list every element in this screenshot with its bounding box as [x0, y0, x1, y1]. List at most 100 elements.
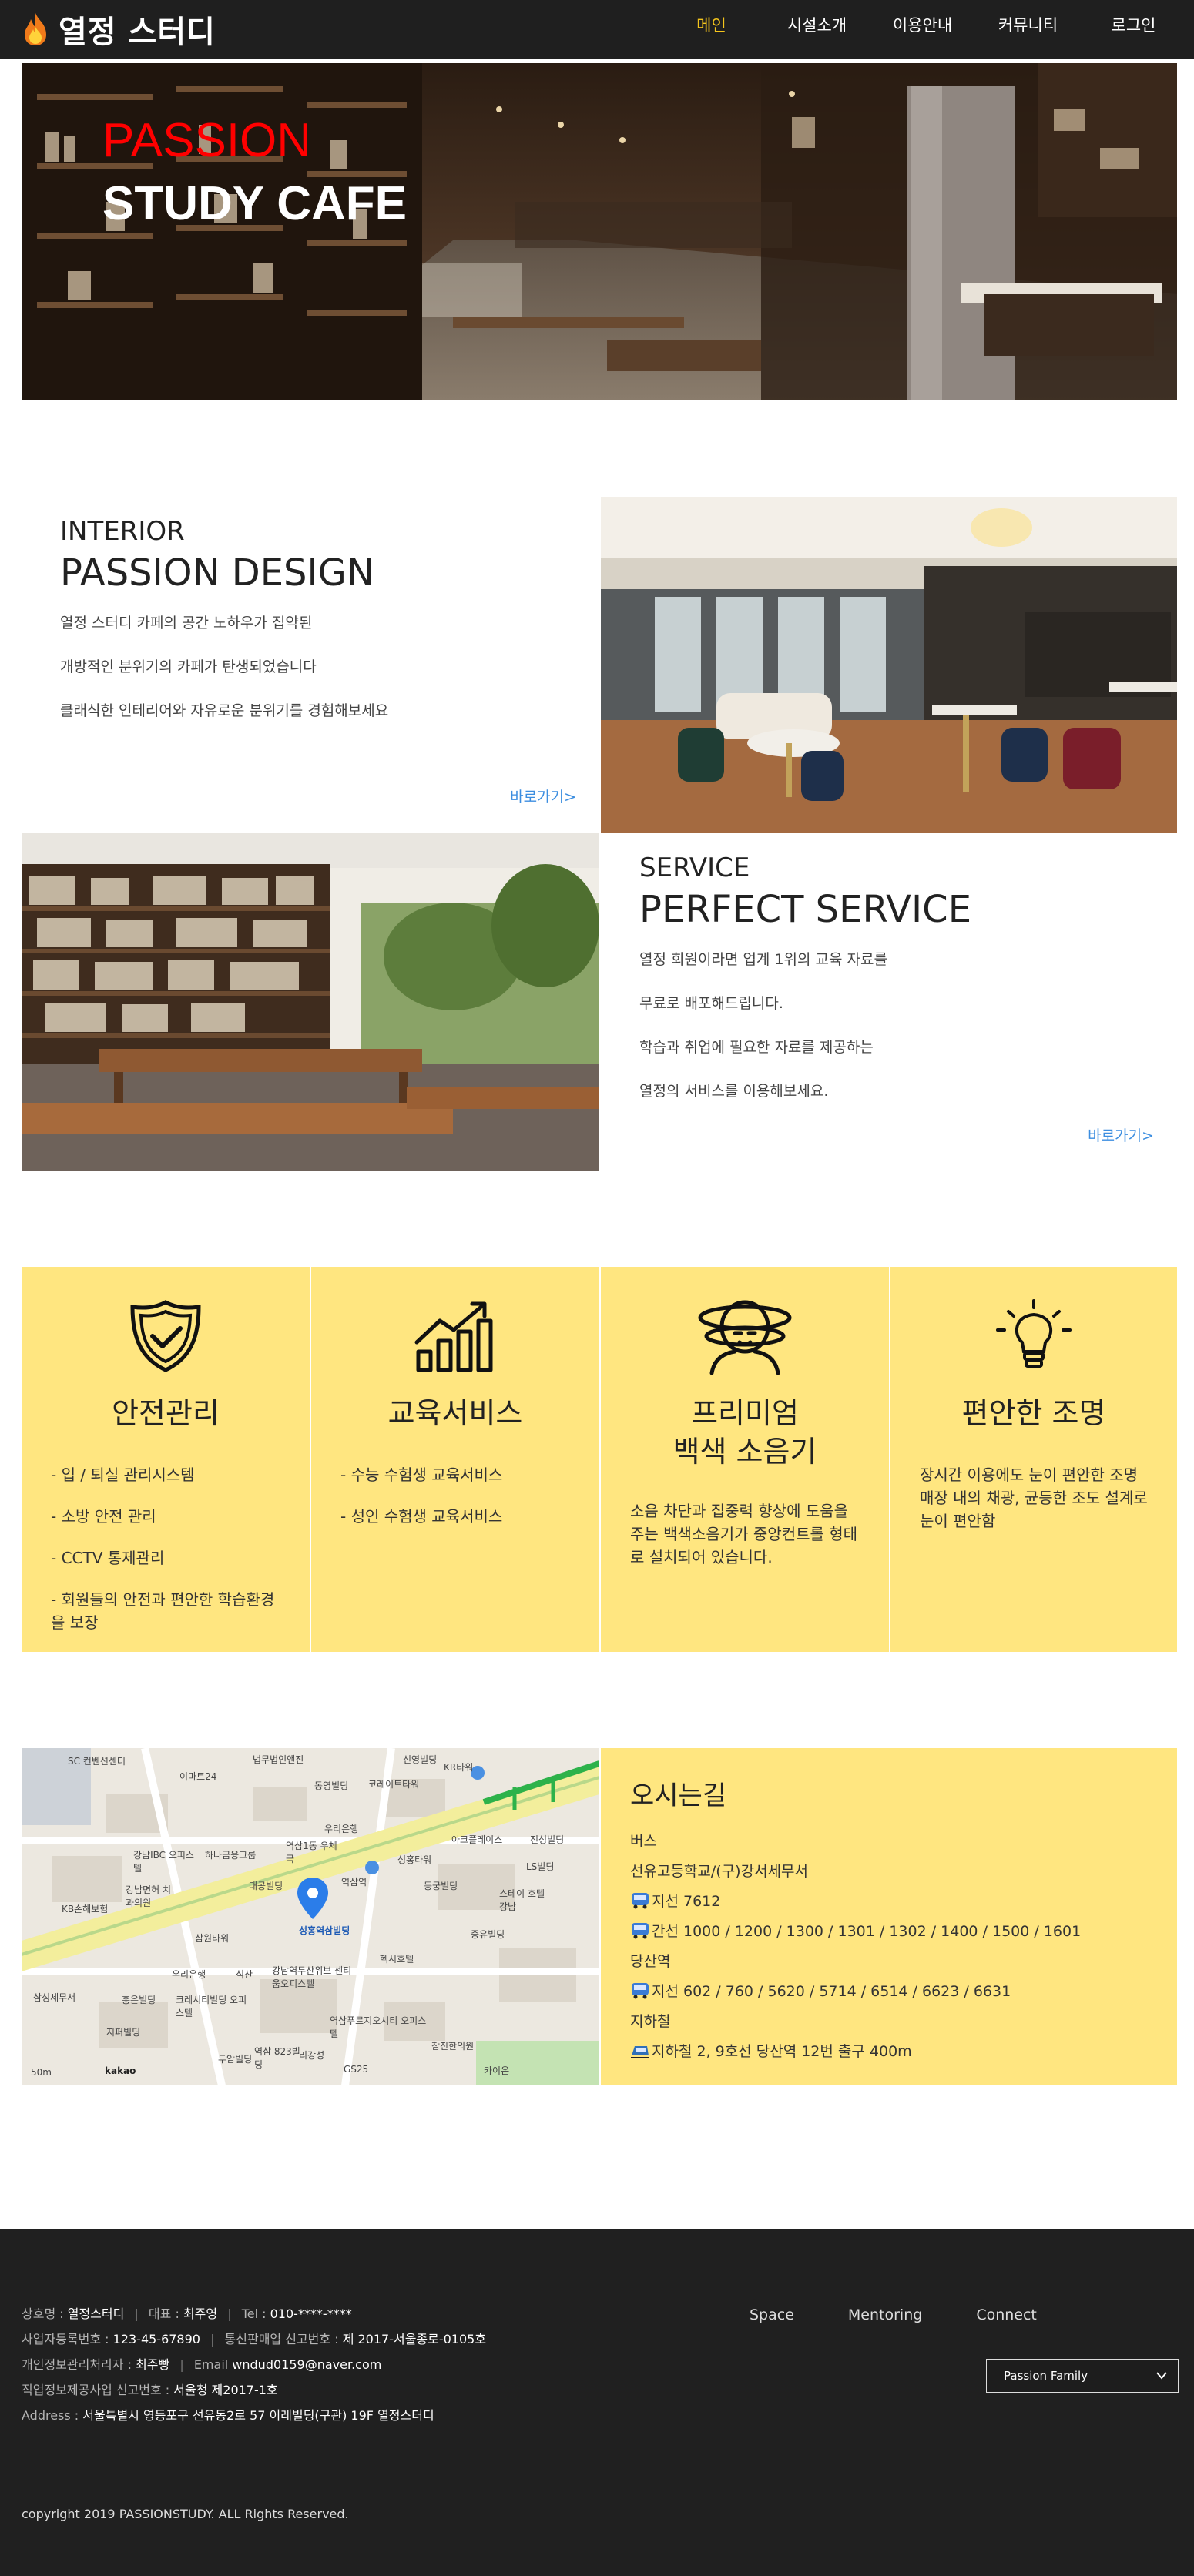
directions-line-text: 지선 602 / 760 / 5620 / 5714 / 6514 / 6623…: [652, 1983, 1011, 2000]
feature-lighting-text: 장시간 이용에도 눈이 편안한 조명 매장 내의 채광, 균등한 조도 설계로 …: [920, 1466, 1148, 1530]
email-label: Email: [193, 2357, 229, 2372]
address-label: Address :: [22, 2408, 79, 2423]
shield-check-icon: [130, 1300, 201, 1372]
footer-link-space[interactable]: Space: [750, 2306, 794, 2323]
feature-education-list: - 수능 수험생 교육서비스 - 성인 수험생 교육서비스: [340, 1463, 570, 1546]
directions-line-text: 지하철: [630, 2013, 671, 2030]
nav-item-main[interactable]: 메인: [659, 0, 764, 51]
hero-title-line2: STUDY CAFE: [102, 177, 408, 230]
map-label: 강남역두산위브 센티움오피스텔: [272, 1965, 352, 1989]
list-item: - 입 / 퇴실 관리시스템: [51, 1466, 195, 1484]
feature-education-title: 교육서비스: [387, 1396, 523, 1430]
service-desc-2: 무료로 배포해드립니다.: [639, 995, 783, 1012]
feature-white-noise-title: 프리미엄 백색 소음기: [601, 1394, 889, 1471]
map-label: 중유빌딩: [471, 1929, 505, 1940]
service-desc-1: 열정 회원이라면 업계 1위의 교육 자료를: [639, 951, 887, 968]
footer-link-mentoring[interactable]: Mentoring: [848, 2306, 922, 2323]
map-label: 법무법인앤진: [253, 1754, 304, 1765]
service-more-link[interactable]: 바로가기>: [1088, 1124, 1154, 1145]
map-label: SC 컨벤션센터: [68, 1756, 126, 1767]
nav-item-login[interactable]: 로그인: [1081, 0, 1186, 51]
jobinfo-label: 직업정보제공사업 신고번호 :: [22, 2383, 170, 2397]
footer-info-row: 사업자등록번호 : 123-45-67890 | 통신판매업 신고번호 : 제 …: [22, 2332, 487, 2347]
map-label: 스테이 호텔강남: [499, 1888, 545, 1912]
hero-banner: PASSION STUDY CAFE: [22, 63, 1177, 400]
map-label: LS빌딩: [526, 1861, 555, 1872]
map-pin-label: 성홍역삼빌딩: [299, 1925, 350, 1936]
privacy-label: 개인정보관리처리자 :: [22, 2357, 132, 2372]
bus-icon: [632, 1922, 649, 1938]
map-label: 삼성세무서: [33, 1992, 76, 2003]
map-label: 역삼역: [341, 1877, 367, 1888]
nav-item-guide[interactable]: 이용안내: [870, 0, 975, 51]
map-label: 강남면허 치과의원: [126, 1884, 172, 1908]
brand-name: 열정 스터디: [59, 15, 216, 50]
service-text-panel: SERVICE PERFECT SERVICE 열정 회원이라면 업계 1위의 …: [601, 833, 1177, 1171]
service-desc-3: 학습과 취업에 필요한 자료를 제공하는: [639, 1039, 874, 1056]
copyright-text: copyright 2019 PASSIONSTUDY. ALL Rights …: [22, 2507, 349, 2521]
directions-line-text: 버스: [630, 1833, 657, 1850]
family-site-selected: Passion Family: [1004, 2369, 1088, 2383]
map-label: 동궁빌딩: [424, 1881, 458, 1891]
family-site-select[interactable]: Passion Family: [986, 2359, 1179, 2393]
company-info: 상호명 : 열정스터디 | 대표 : 최주영 | Tel : 010-****-…: [22, 2301, 486, 2428]
mailorder-value: 제 2017-서울종로-0105호: [342, 2332, 487, 2347]
light-bulb-icon: [996, 1299, 1072, 1368]
interior-desc-2: 개방적인 분위기의 카페가 탄생되었습니다: [60, 658, 317, 675]
service-title: PERFECT SERVICE: [639, 888, 972, 931]
map-scale: 50m: [31, 2067, 52, 2078]
map-label: 성홍타워: [397, 1854, 432, 1865]
map-label: KR타워: [444, 1762, 474, 1773]
flame-icon: [25, 13, 46, 45]
interior-desc-3: 클래식한 인테리어와 자유로운 분위기를 경험해보세요: [60, 702, 389, 719]
directions-line: 지선 7612: [630, 1885, 1081, 1915]
map-label: 이마트24: [179, 1771, 217, 1782]
headphones-person-icon: [698, 1300, 792, 1375]
list-item: - 소방 안전 관리: [51, 1507, 156, 1526]
service-desc-4: 열정의 서비스를 이용해보세요.: [639, 1083, 829, 1100]
feature-white-noise-title-line2: 백색 소음기: [672, 1435, 817, 1469]
directions-line-text: 선유고등학교/(구)강서세무서: [630, 1863, 808, 1880]
company-label: 상호명 :: [22, 2306, 64, 2321]
directions-line-text: 지하철 2, 9호선 당산역 12번 출구 400m: [652, 2043, 912, 2060]
feature-safety-title: 안전관리: [112, 1396, 220, 1430]
ceo-name: 최주영: [183, 2306, 218, 2321]
list-item: - CCTV 통제관리: [51, 1549, 165, 1567]
logo[interactable]: 열정 스터디: [22, 9, 216, 50]
directions-line: 지하철: [630, 2005, 1081, 2035]
map-label: 동영빌딩: [314, 1780, 349, 1791]
location-map[interactable]: SC 컨벤션센터 이마트24 법무법인앤진 신영빌딩 동영빌딩 코레이트타워 K…: [22, 1748, 599, 2085]
footer-info-row: Address : 서울특별시 영등포구 선유동2로 57 이레빌딩(구관) 1…: [22, 2403, 486, 2428]
company-name: 열정스터디: [67, 2306, 125, 2321]
map-label: 신영빌딩: [403, 1754, 438, 1765]
directions-line: 선유고등학교/(구)강서세무서: [630, 1855, 1081, 1885]
map-label: 강남IBC 오피스텔: [133, 1850, 194, 1874]
directions-line-text: 지선 7612: [652, 1893, 721, 1910]
bus-icon: [632, 1892, 649, 1908]
map-label: 참진한의원: [431, 2041, 475, 2052]
directions-line: 간선 1000 / 1200 / 1300 / 1301 / 1302 / 14…: [630, 1915, 1081, 1945]
interior-sub-label: INTERIOR: [60, 516, 185, 547]
directions-list: 버스 선유고등학교/(구)강서세무서 지선 7612 간선 1000 / 120…: [630, 1825, 1081, 2065]
top-header: 열정 스터디 메인 시설소개 이용안내 커뮤니티 로그인: [0, 0, 1194, 62]
interior-lounge-photo: [601, 497, 1177, 833]
list-item: - 성인 수험생 교육서비스: [340, 1507, 503, 1526]
footer-links: Space Mentoring Connect: [750, 2306, 1037, 2323]
hero-title-line1: PASSION: [102, 114, 312, 167]
footer-link-connect[interactable]: Connect: [976, 2306, 1037, 2323]
feature-education: 교육서비스 - 수능 수험생 교육서비스 - 성인 수험생 교육서비스: [311, 1267, 599, 1652]
map-label: 식산: [236, 1969, 253, 1980]
directions-line-text: 당산역: [630, 1953, 671, 1970]
nav-item-community[interactable]: 커뮤니티: [975, 0, 1081, 51]
interior-more-link[interactable]: 바로가기>: [510, 786, 576, 806]
map-label: 헥시호텔: [380, 1954, 414, 1965]
feature-white-noise-text: 소음 차단과 집중력 향상에 도움을 주는 백색소음기가 중앙컨트롤 형태로 설…: [630, 1502, 858, 1566]
nav-item-facilities[interactable]: 시설소개: [764, 0, 870, 51]
map-label: 역삼푸르지오시티 오피스텔: [330, 2015, 427, 2039]
map-label: 우리은행: [172, 1969, 206, 1980]
map-label: 역삼1동 우체국: [286, 1841, 337, 1864]
jobinfo-value: 서울청 제2017-1호: [173, 2383, 278, 2397]
directions-line: 지선 602 / 760 / 5620 / 5714 / 6514 / 6623…: [630, 1975, 1081, 2005]
email-value[interactable]: wndud0159@naver.com: [232, 2357, 381, 2372]
map-label: 우리은행: [324, 1824, 359, 1834]
